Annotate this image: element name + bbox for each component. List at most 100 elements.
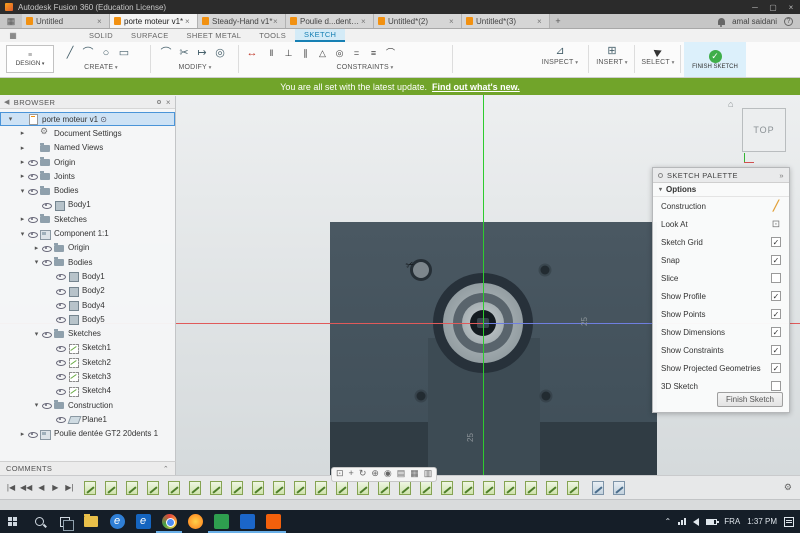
visibility-eye-icon[interactable]: [41, 243, 52, 253]
tab-close-icon[interactable]: [185, 17, 193, 26]
visibility-eye-icon[interactable]: [55, 314, 66, 324]
line-tool-icon[interactable]: ╱: [62, 45, 78, 61]
visibility-eye-icon[interactable]: [55, 271, 66, 281]
workspace-selector[interactable]: DESIGN: [6, 45, 54, 73]
palette-expand-icon[interactable]: [779, 171, 784, 180]
expand-arrow-icon[interactable]: [6, 115, 15, 123]
expand-arrow-icon[interactable]: [18, 172, 27, 180]
expand-arrow-icon[interactable]: [18, 430, 27, 438]
document-tab[interactable]: Poulie d...dents v1*: [286, 14, 374, 28]
timeline-sketch-feature-icon[interactable]: [357, 480, 370, 495]
expand-arrow-icon[interactable]: [18, 187, 27, 195]
palette-option-control[interactable]: [771, 309, 781, 319]
orbit-icon[interactable]: ↻: [359, 467, 367, 482]
comments-expand-icon[interactable]: [163, 465, 169, 473]
timeline-sketch-feature-icon[interactable]: [294, 480, 307, 495]
timeline-sketch-feature-icon[interactable]: [147, 480, 160, 495]
palette-option-control[interactable]: [771, 381, 781, 391]
expand-arrow-icon[interactable]: [32, 401, 41, 409]
perpendicular-constraint-icon[interactable]: ⊥: [281, 45, 296, 61]
palette-option-control[interactable]: [771, 201, 781, 211]
palette-option-control[interactable]: [771, 291, 781, 301]
document-tab[interactable]: Untitled: [22, 14, 110, 28]
browser-tree-item[interactable]: Body2: [0, 284, 175, 298]
palette-option-control[interactable]: [771, 219, 781, 229]
tab-close-icon[interactable]: [537, 17, 545, 26]
curvature-constraint-icon[interactable]: ⌒: [383, 45, 398, 61]
visibility-eye-icon[interactable]: [55, 300, 66, 310]
visibility-eye-icon[interactable]: [41, 400, 52, 410]
expand-arrow-icon[interactable]: [32, 330, 41, 338]
timeline-sketch-feature-icon[interactable]: [315, 480, 328, 495]
timeline-options-gear-icon[interactable]: [784, 482, 800, 493]
browser-pin-icon[interactable]: [156, 100, 161, 104]
visibility-eye-icon[interactable]: [27, 229, 38, 239]
viewports-icon[interactable]: ▥: [424, 467, 433, 482]
expand-arrow-icon[interactable]: [32, 258, 41, 266]
symmetry-constraint-icon[interactable]: ≡: [366, 45, 381, 61]
timeline-sketch-feature-icon[interactable]: [399, 480, 412, 495]
taskbar-app-button[interactable]: [208, 510, 234, 533]
file-explorer-button[interactable]: [78, 510, 104, 533]
visibility-eye-icon[interactable]: [55, 386, 66, 396]
timeline-sketch-feature-icon[interactable]: [567, 480, 580, 495]
browser-tree-item[interactable]: Body4: [0, 298, 175, 312]
tab-close-icon[interactable]: [97, 17, 105, 26]
finish-sketch-palette-button[interactable]: Finish Sketch: [716, 392, 783, 407]
timeline-sketch-feature-icon[interactable]: [378, 480, 391, 495]
fit-view-icon[interactable]: ⊡: [336, 467, 344, 482]
rectangle-tool-icon[interactable]: ▭: [116, 45, 132, 61]
browser-tree-item[interactable]: Origin: [0, 155, 175, 169]
clock[interactable]: 1:37 PM: [747, 517, 777, 526]
document-tab[interactable]: Untitled*(2): [374, 14, 462, 28]
finish-sketch-button[interactable]: FINISH SKETCH: [684, 42, 746, 77]
offset-tool-icon[interactable]: ◎: [212, 45, 228, 61]
mount-hole[interactable]: [416, 391, 426, 401]
ribbon-tab[interactable]: SHEET METAL: [178, 29, 251, 42]
ribbon-tab[interactable]: SURFACE: [122, 29, 178, 42]
tab-close-icon[interactable]: [273, 17, 281, 26]
viewcube[interactable]: TOP: [742, 108, 786, 152]
palette-option-control[interactable]: [771, 255, 781, 265]
visibility-eye-icon[interactable]: [41, 257, 52, 267]
timeline-sketch-feature-icon[interactable]: [126, 480, 139, 495]
visibility-eye-icon[interactable]: [55, 343, 66, 353]
hidden-icons-chevron[interactable]: [665, 517, 672, 526]
taskbar-app-button[interactable]: [130, 510, 156, 533]
taskbar-app-button[interactable]: [104, 510, 130, 533]
user-name[interactable]: amal saidani: [732, 17, 777, 26]
keyboard-language[interactable]: FRA: [724, 517, 740, 526]
taskbar-app-button[interactable]: [260, 510, 286, 533]
grid-settings-icon[interactable]: ▦: [410, 467, 419, 482]
visibility-eye-icon[interactable]: [27, 157, 38, 167]
ribbon-tab[interactable]: TOOLS: [250, 29, 295, 42]
visibility-eye-icon[interactable]: [55, 414, 66, 424]
expand-arrow-icon[interactable]: [18, 158, 27, 166]
battery-icon[interactable]: [706, 518, 720, 525]
timeline-sketch-feature-icon[interactable]: [105, 480, 118, 495]
browser-close-icon[interactable]: [166, 98, 171, 107]
modify-group-label[interactable]: MODIFY: [152, 64, 238, 71]
expand-arrow-icon[interactable]: [18, 230, 27, 238]
equal-constraint-icon[interactable]: =: [349, 45, 364, 61]
palette-option-control[interactable]: [771, 273, 781, 283]
play-icon[interactable]: ▶: [50, 483, 60, 492]
browser-tree-item[interactable]: Named Views: [0, 141, 175, 155]
browser-tree-item[interactable]: Construction: [0, 398, 175, 412]
timeline-sketch-feature-icon[interactable]: [189, 480, 202, 495]
dimension-label-bottom[interactable]: 25: [466, 433, 475, 442]
palette-options-section[interactable]: Options: [653, 183, 789, 197]
palette-option-control[interactable]: [771, 327, 781, 337]
taskbar-app-button[interactable]: [156, 510, 182, 533]
timeline-sketch-feature-icon[interactable]: [84, 480, 97, 495]
browser-tree-item[interactable]: Sketch3: [0, 369, 175, 383]
notification-center-icon[interactable]: [784, 516, 794, 527]
update-link[interactable]: Find out what's new.: [432, 82, 520, 92]
display-settings-icon[interactable]: ▤: [397, 467, 406, 482]
trim-tool-icon[interactable]: ✂: [176, 45, 192, 61]
expand-arrow-icon[interactable]: [18, 144, 27, 152]
notifications-bell-icon[interactable]: [718, 17, 726, 27]
browser-tree-item[interactable]: Document Settings: [0, 126, 175, 140]
tab-close-icon[interactable]: [361, 17, 369, 26]
browser-tree-item[interactable]: porte moteur v1: [0, 112, 175, 127]
